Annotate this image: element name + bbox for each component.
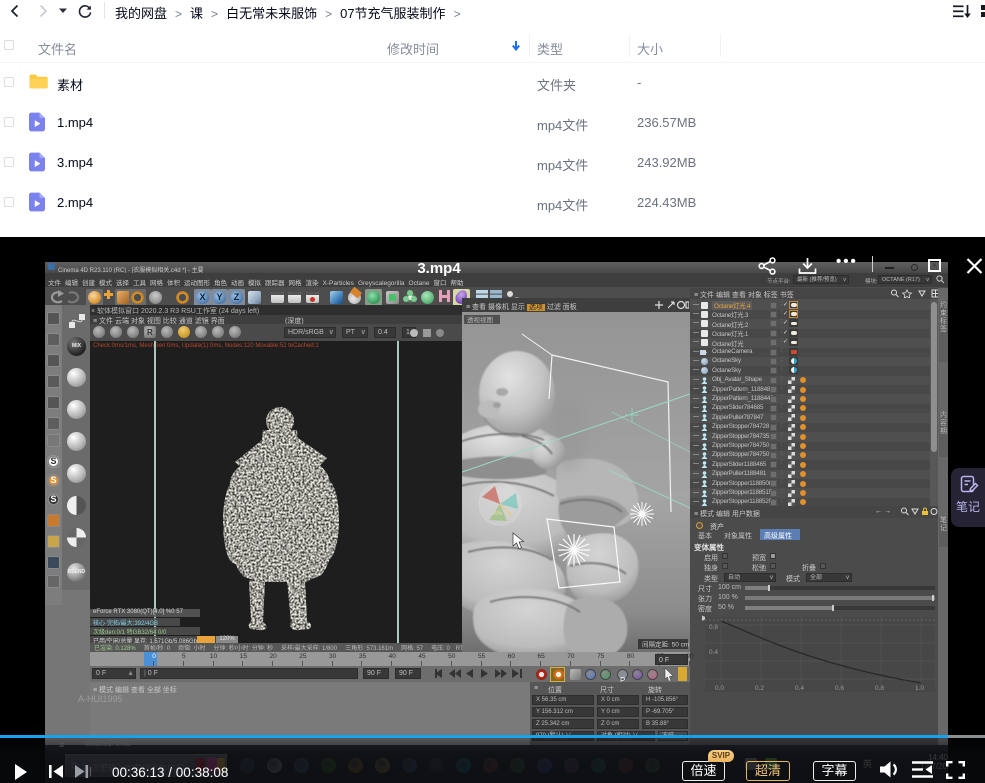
svg-text:间隔定距: 50 cm: 间隔定距: 50 cm: [642, 640, 689, 649]
svg-text:A%: A%: [493, 511, 503, 517]
svg-text:0.6: 0.6: [835, 685, 844, 692]
svg-text:0.4: 0.4: [709, 649, 718, 656]
svg-text:0.4: 0.4: [795, 685, 804, 692]
svg-text:0.8: 0.8: [875, 685, 884, 692]
svg-text:0.8: 0.8: [709, 624, 718, 631]
svg-text:0.2: 0.2: [755, 685, 764, 692]
svg-text:1.0: 1.0: [915, 685, 924, 692]
svg-text:透视视图: 透视视图: [467, 315, 493, 324]
svg-text:0.0: 0.0: [715, 685, 724, 692]
